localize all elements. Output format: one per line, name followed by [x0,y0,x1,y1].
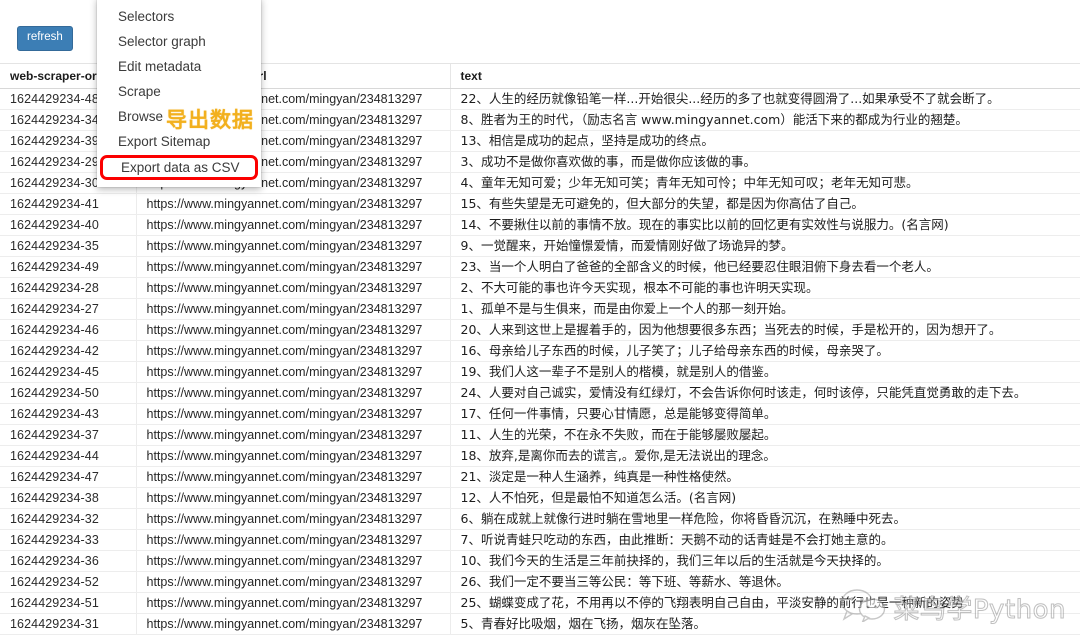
cell-text: 11、人生的光荣，不在永不失败，而在于能够屡败屡起。 [450,424,1080,446]
cell-order-id: 1624429234-36 [0,550,137,572]
cell-start-url: https://www.mingyannet.com/mingyan/23481… [136,214,451,236]
cell-order-id: 1624429234-43 [0,403,137,425]
cell-start-url: https://www.mingyannet.com/mingyan/23481… [136,256,451,278]
cell-order-id: 1624429234-46 [0,319,137,341]
menu-item-selectors[interactable]: Selectors [97,4,261,29]
table-row[interactable]: 1624429234-38 https://www.mingyannet.com/… [0,487,1080,509]
cell-text: 23、当一个人明白了爸爸的全部含义的时候，他已经要忍住眼泪俯下身去看一个老人。 [450,256,1080,278]
cell-start-url: https://www.mingyannet.com/mingyan/23481… [136,403,451,425]
table-row[interactable]: 1624429234-47 https://www.mingyannet.com/… [0,466,1080,488]
menu-item-selector-graph[interactable]: Selector graph [97,29,261,54]
cell-start-url: https://www.mingyannet.com/mingyan/23481… [136,298,451,320]
cell-order-id: 1624429234-33 [0,529,137,551]
cell-order-id: 1624429234-41 [0,193,137,215]
cell-start-url: https://www.mingyannet.com/mingyan/23481… [136,466,451,488]
table-row[interactable]: 1624429234-49 https://www.mingyannet.com/… [0,256,1080,278]
table-row[interactable]: 1624429234-27 https://www.mingyannet.com/… [0,298,1080,320]
cell-text: 24、人要对自己诚实，爱情没有红绿灯，不会告诉你何时该走，何时该停，只能凭直觉勇… [450,382,1080,404]
cell-order-id: 1624429234-51 [0,592,137,614]
table-row[interactable]: 1624429234-44 https://www.mingyannet.com/… [0,445,1080,467]
cell-start-url: https://www.mingyannet.com/mingyan/23481… [136,529,451,551]
table-row[interactable]: 1624429234-37 https://www.mingyannet.com/… [0,424,1080,446]
sitemap-context-menu[interactable]: Selectors Selector graph Edit metadata Scra… [97,0,261,187]
cell-text: 26、我们一定不要当三等公民：等下班、等薪水、等退休。 [450,571,1080,593]
cell-start-url: https://www.mingyannet.com/mingyan/23481… [136,445,451,467]
cell-text: 18、放弃,是离你而去的谎言,。爱你,是无法说出的理念。 [450,445,1080,467]
cell-order-id: 1624429234-45 [0,361,137,383]
cell-order-id: 1624429234-47 [0,466,137,488]
cell-order-id: 1624429234-31 [0,613,137,635]
cell-start-url: https://www.mingyannet.com/mingyan/23481… [136,424,451,446]
cell-text: 8、胜者为王的时代，（励志名言 www.mingyannet.com）能活下来的… [450,109,1080,131]
cell-text: 2、不大可能的事也许今天实现，根本不可能的事也许明天实现。 [450,277,1080,299]
cell-order-id: 1624429234-50 [0,382,137,404]
table-row[interactable]: 1624429234-41 https://www.mingyannet.com/… [0,193,1080,215]
menu-item-edit-metadata[interactable]: Edit metadata [97,54,261,79]
cell-text: 22、人生的经历就像铅笔一样...开始很尖...经历的多了也就变得圆滑了...如… [450,88,1080,110]
cell-order-id: 1624429234-28 [0,277,137,299]
table-row[interactable]: 1624429234-42 https://www.mingyannet.com/… [0,340,1080,362]
cell-start-url: https://www.mingyannet.com/mingyan/23481… [136,508,451,530]
cell-order-id: 1624429234-38 [0,487,137,509]
cell-text: 16、母亲给儿子东西的时候，儿子笑了；儿子给母亲东西的时候，母亲哭了。 [450,340,1080,362]
cell-text: 21、淡定是一种人生涵养，纯真是一种性格使然。 [450,466,1080,488]
table-row[interactable]: 1624429234-33 https://www.mingyannet.com/… [0,529,1080,551]
cell-start-url: https://www.mingyannet.com/mingyan/23481… [136,361,451,383]
cell-text: 15、有些失望是无可避免的，但大部分的失望，都是因为你高估了自己。 [450,193,1080,215]
menu-item-export-data-as-csv[interactable]: Export data as CSV [100,155,258,180]
cell-order-id: 1624429234-44 [0,445,137,467]
table-row[interactable]: 1624429234-36 https://www.mingyannet.com/… [0,550,1080,572]
cell-text: 10、我们今天的生活是三年前抉择的，我们三年以后的生活就是今天抉择的。 [450,550,1080,572]
column-header-text[interactable]: text [450,64,1080,89]
cell-order-id: 1624429234-40 [0,214,137,236]
cell-order-id: 1624429234-37 [0,424,137,446]
table-row[interactable]: 1624429234-31 https://www.mingyannet.com/… [0,613,1080,635]
cell-text: 5、青春好比吸烟，烟在飞扬，烟灰在坠落。 [450,613,1080,635]
cell-order-id: 1624429234-35 [0,235,137,257]
cell-text: 6、躺在成就上就像行进时躺在雪地里一样危险，你将昏昏沉沉，在熟睡中死去。 [450,508,1080,530]
cell-order-id: 1624429234-42 [0,340,137,362]
table-row[interactable]: 1624429234-46 https://www.mingyannet.com/… [0,319,1080,341]
cell-order-id: 1624429234-27 [0,298,137,320]
table-row[interactable]: 1624429234-51 https://www.mingyannet.com/… [0,592,1080,614]
cell-text: 17、任何一件事情，只要心甘情愿，总是能够变得简单。 [450,403,1080,425]
cell-start-url: https://www.mingyannet.com/mingyan/23481… [136,592,451,614]
cell-text: 9、一觉醒来，开始憧憬爱情，而爱情刚好做了场诡异的梦。 [450,235,1080,257]
cell-start-url: https://www.mingyannet.com/mingyan/23481… [136,382,451,404]
cell-start-url: https://www.mingyannet.com/mingyan/23481… [136,277,451,299]
cell-text: 25、蝴蝶变成了花，不用再以不停的飞翔表明自己自由，平淡安静的前行也是一种新的姿… [450,592,1080,614]
refresh-button[interactable]: refresh [17,26,73,51]
table-row[interactable]: 1624429234-28 https://www.mingyannet.com/… [0,277,1080,299]
cell-start-url: https://www.mingyannet.com/mingyan/23481… [136,235,451,257]
cell-order-id: 1624429234-49 [0,256,137,278]
cell-text: 14、不要揪住以前的事情不放。现在的事实比以前的回忆更有实效性与说服力。(名言网… [450,214,1080,236]
table-row[interactable]: 1624429234-40 https://www.mingyannet.com/… [0,214,1080,236]
table-row[interactable]: 1624429234-32 https://www.mingyannet.com/… [0,508,1080,530]
cell-start-url: https://www.mingyannet.com/mingyan/23481… [136,613,451,635]
table-row[interactable]: 1624429234-52 https://www.mingyannet.com/… [0,571,1080,593]
cell-start-url: https://www.mingyannet.com/mingyan/23481… [136,487,451,509]
cell-text: 3、成功不是做你喜欢做的事，而是做你应该做的事。 [450,151,1080,173]
cell-text: 13、相信是成功的起点，坚持是成功的终点。 [450,130,1080,152]
table-row[interactable]: 1624429234-45 https://www.mingyannet.com/… [0,361,1080,383]
cell-text: 19、我们人这一辈子不是别人的楷模，就是别人的借鉴。 [450,361,1080,383]
cell-text: 12、人不怕死，但是最怕不知道怎么活。(名言网) [450,487,1080,509]
menu-item-scrape[interactable]: Scrape [97,79,261,104]
cell-order-id: 1624429234-52 [0,571,137,593]
cell-start-url: https://www.mingyannet.com/mingyan/23481… [136,319,451,341]
cell-text: 1、孤单不是与生俱来，而是由你爱上一个人的那一刻开始。 [450,298,1080,320]
table-row[interactable]: 1624429234-50 https://www.mingyannet.com/… [0,382,1080,404]
table-row[interactable]: 1624429234-35 https://www.mingyannet.com/… [0,235,1080,257]
cell-start-url: https://www.mingyannet.com/mingyan/23481… [136,193,451,215]
cell-start-url: https://www.mingyannet.com/mingyan/23481… [136,550,451,572]
cell-text: 4、童年无知可爱；少年无知可笑；青年无知可怜；中年无知可叹；老年无知可悲。 [450,172,1080,194]
cell-start-url: https://www.mingyannet.com/mingyan/23481… [136,571,451,593]
export-data-annotation: 导出数据 [166,108,254,132]
table-row[interactable]: 1624429234-43 https://www.mingyannet.com/… [0,403,1080,425]
cell-text: 20、人来到这世上是握着手的，因为他想要很多东西；当死去的时候，手是松开的，因为… [450,319,1080,341]
cell-text: 7、听说青蛙只吃动的东西，由此推断：天鹅不动的话青蛙是不会打她主意的。 [450,529,1080,551]
cell-start-url: https://www.mingyannet.com/mingyan/23481… [136,340,451,362]
cell-order-id: 1624429234-32 [0,508,137,530]
